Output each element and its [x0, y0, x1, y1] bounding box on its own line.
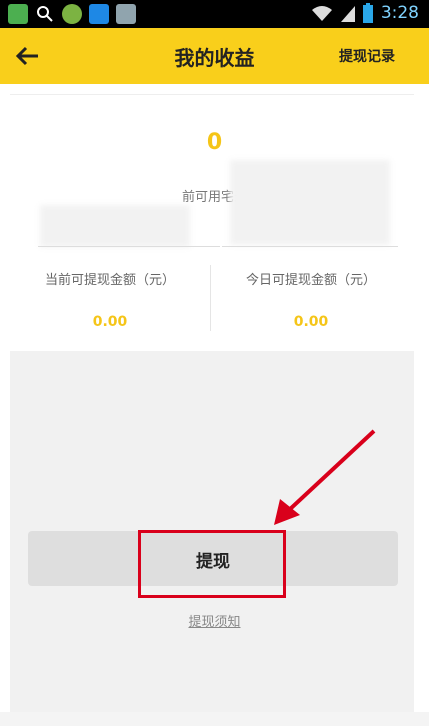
stats-row: 当前可提现金额（元） 0.00 今日可提现金额（元） 0.00 — [10, 255, 414, 351]
stat-value: 0.00 — [92, 314, 128, 330]
status-time: 3:28 — [380, 3, 419, 23]
withdraw-history-link[interactable]: 提现记录 — [339, 46, 395, 66]
status-bar: 3:28 — [0, 0, 429, 28]
withdraw-button-label: 提现 — [196, 552, 230, 572]
app-bar: 我的收益 提现记录 — [0, 28, 429, 84]
fish-icon — [89, 4, 109, 24]
divider — [38, 246, 220, 247]
mosaic-mark — [40, 205, 190, 247]
divider — [10, 94, 414, 95]
withdraw-button[interactable]: 提现 — [28, 531, 398, 586]
app-icon — [8, 4, 28, 24]
stat-today: 今日可提现金额（元） 0.00 — [211, 255, 411, 330]
wifi-icon — [311, 6, 332, 21]
withdraw-notice-link[interactable]: 提现须知 — [0, 611, 429, 630]
battery-icon — [362, 3, 373, 23]
coin-icon — [62, 4, 82, 24]
caption-strip — [0, 712, 429, 726]
stat-current: 当前可提现金额（元） 0.00 — [10, 255, 210, 330]
stat-value: 0.00 — [293, 314, 329, 330]
search-icon — [37, 6, 53, 22]
signal-icon — [340, 6, 355, 22]
divider — [222, 246, 398, 247]
stat-label: 当前可提现金额（元） — [44, 273, 175, 288]
balance-value: 0 — [206, 130, 223, 155]
mosaic-mark — [230, 160, 390, 245]
stat-label: 今日可提现金额（元） — [245, 273, 376, 288]
paw-icon — [116, 4, 136, 24]
